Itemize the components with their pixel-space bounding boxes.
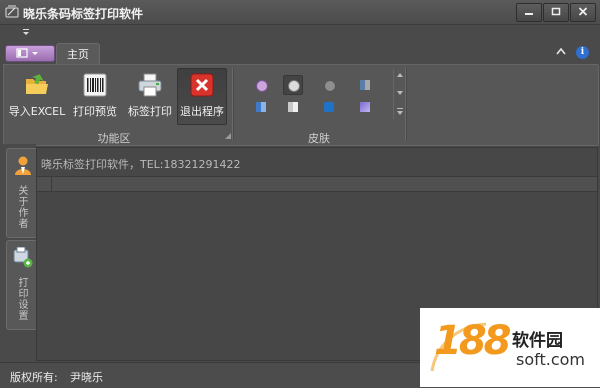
tab-about-author[interactable]: 关于作者: [6, 148, 38, 238]
barcode-icon: [83, 73, 107, 97]
grid-header: [37, 176, 597, 192]
author-icon: [15, 156, 31, 175]
title-bar: 晓乐条码标签打印软件: [0, 0, 600, 25]
ribbon-panel: 导入EXCEL 打印预览 标签打印 退出程序 功能区 皮肤: [3, 64, 599, 146]
print-preview-label: 打印预览: [73, 105, 117, 118]
side-panel: 关于作者 打印设置: [3, 144, 38, 359]
import-excel-label: 导入EXCEL: [8, 105, 66, 118]
skin-7[interactable]: [319, 97, 339, 117]
exit-icon: [190, 73, 214, 97]
maximize-icon: [551, 7, 561, 16]
watermark-site: soft.com: [516, 350, 586, 369]
close-button[interactable]: [570, 3, 596, 22]
app-menu-button[interactable]: [5, 45, 55, 62]
copyright-label: 版权所有:: [10, 371, 58, 384]
print-settings-label: 打印设置: [16, 277, 27, 321]
window-title: 晓乐条码标签打印软件: [23, 7, 144, 21]
minimize-button[interactable]: [516, 3, 542, 22]
tab-home[interactable]: 主页: [56, 43, 100, 66]
skin-gallery-scroll[interactable]: [393, 69, 405, 119]
close-icon: [578, 7, 588, 16]
print-preview-button[interactable]: 打印预览: [67, 68, 123, 125]
group-launcher-icon[interactable]: [225, 133, 231, 139]
label-print-button[interactable]: 标签打印: [122, 68, 178, 125]
group-separator: [405, 68, 407, 140]
app-menu-icon: [16, 48, 38, 58]
gallery-down-icon[interactable]: [395, 89, 405, 97]
label-print-label: 标签打印: [128, 105, 172, 118]
watermark-number: 188: [434, 318, 511, 364]
skin-2[interactable]: [283, 75, 303, 95]
skin-4[interactable]: [355, 75, 375, 95]
owner-name: 尹晓乐: [70, 371, 103, 384]
skin-gallery: [241, 69, 405, 119]
maximize-button[interactable]: [543, 3, 569, 22]
tab-print-settings[interactable]: 打印设置: [6, 240, 38, 330]
import-excel-button[interactable]: 导入EXCEL: [6, 68, 68, 125]
skin-1[interactable]: [251, 75, 271, 95]
watermark-logo: 188 软件园 soft.com: [420, 308, 600, 387]
print-settings-icon: [13, 247, 33, 268]
group-separator: [232, 68, 234, 140]
skin-8[interactable]: [355, 97, 375, 117]
watermark-name: 软件园: [512, 331, 563, 351]
gallery-more-icon[interactable]: [395, 107, 405, 116]
skin-group-label: 皮肤: [308, 132, 330, 145]
minimize-icon: [525, 13, 533, 15]
gallery-up-icon[interactable]: [395, 71, 405, 79]
skin-6[interactable]: [283, 97, 303, 117]
printer-icon: [138, 73, 162, 97]
quick-access-toolbar: [0, 25, 600, 40]
info-text: 晓乐标签打印软件，TEL:18321291422: [41, 158, 241, 171]
skin-3[interactable]: [319, 75, 339, 95]
function-group-label: 功能区: [97, 132, 131, 145]
exit-button[interactable]: 退出程序: [177, 68, 227, 125]
folder-import-icon: [26, 74, 48, 94]
app-icon: [5, 5, 19, 18]
qat-dropdown-icon[interactable]: [22, 29, 30, 36]
grid-row-header[interactable]: [37, 177, 52, 191]
skin-5[interactable]: [251, 97, 271, 117]
about-author-label: 关于作者: [16, 185, 27, 229]
info-icon[interactable]: i: [576, 46, 589, 59]
exit-label: 退出程序: [180, 105, 224, 118]
collapse-ribbon-icon[interactable]: [556, 47, 566, 55]
